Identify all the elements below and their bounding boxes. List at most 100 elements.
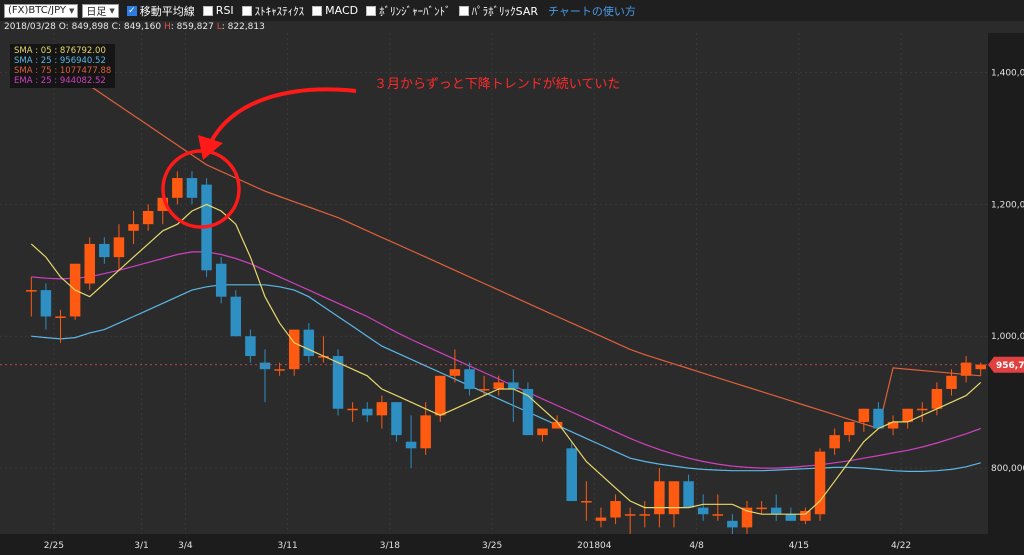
checkbox-bollinger[interactable]: ﾎﾞﾘﾝｼﾞｬｰﾊﾞﾝﾄﾞ bbox=[366, 3, 451, 19]
candle-up bbox=[800, 510, 811, 521]
ohlc-low: : 822,813 bbox=[221, 22, 265, 32]
trend-annotation-text: ３月からずっと下降トレンドが続いていた bbox=[374, 77, 621, 92]
candle-up bbox=[537, 428, 548, 436]
candle-down bbox=[873, 408, 884, 429]
ohlc-open: O: 849,898 bbox=[58, 22, 109, 32]
ohlc-readout: 2018/03/28 O: 849,898 C: 849,160 H: 859,… bbox=[4, 22, 265, 32]
symbol-select[interactable]: (FX)BTC/JPY ▼ bbox=[4, 3, 79, 18]
legend-entry: SMA : 25 : 956940.52 bbox=[14, 56, 106, 66]
candle-down bbox=[40, 290, 52, 317]
period-select[interactable]: 日足 ▼ bbox=[82, 3, 119, 18]
checkbox-stochastics[interactable]: ｽﾄｷｬｽﾃｨｸｽ bbox=[241, 3, 305, 19]
candle-up bbox=[639, 514, 651, 516]
checkbox-icon bbox=[366, 5, 377, 16]
candle-up bbox=[654, 481, 665, 515]
candle-up bbox=[128, 224, 139, 231]
checkbox-parabolic-sar[interactable]: ﾊﾟﾗﾎﾞﾘｯｸSAR bbox=[458, 3, 539, 19]
candle-up bbox=[376, 402, 388, 416]
candle-up bbox=[595, 517, 607, 521]
candle-up bbox=[26, 290, 37, 292]
candle-up bbox=[843, 421, 855, 436]
candle-up bbox=[887, 421, 899, 429]
candle-up bbox=[274, 369, 285, 371]
legend-entry: SMA : 75 : 1077477.88 bbox=[14, 66, 112, 76]
checkbox-moving-average[interactable]: ✓ 移動平均線 bbox=[126, 3, 195, 19]
chart-toolbar: (FX)BTC/JPY ▼ 日足 ▼ ✓ 移動平均線 RSI ｽﾄｷｬｽﾃｨｸｽ MA… bbox=[0, 0, 1024, 21]
checkbox-checked-icon: ✓ bbox=[126, 5, 137, 16]
checkbox-label: 移動平均線 bbox=[139, 4, 195, 18]
candle-up bbox=[113, 237, 125, 258]
candle-up bbox=[829, 435, 840, 449]
candle-up bbox=[288, 329, 300, 370]
candle-down bbox=[259, 362, 271, 370]
candle-down bbox=[405, 441, 417, 449]
candle-up bbox=[624, 514, 636, 516]
checkbox-label: RSI bbox=[215, 4, 234, 17]
checkbox-label: ﾊﾟﾗﾎﾞﾘｯｸSAR bbox=[471, 4, 539, 18]
ohlc-high-label: H bbox=[163, 22, 171, 32]
candle-down bbox=[727, 520, 738, 528]
candle-down bbox=[303, 329, 315, 357]
candlestick-chart: 1,400,000 1,200,000 1,000,000 800,000 2/25 3/… bbox=[0, 33, 1024, 555]
last-price-label: 956,70 bbox=[996, 361, 1024, 371]
checkbox-macd[interactable]: MACD bbox=[312, 4, 358, 17]
chart-help-link[interactable]: チャートの使い方 bbox=[548, 3, 636, 19]
candle-up bbox=[581, 501, 592, 503]
checkbox-rsi[interactable]: RSI bbox=[202, 4, 234, 17]
checkbox-icon bbox=[312, 5, 323, 16]
candle-up bbox=[172, 178, 183, 198]
candle-down bbox=[566, 448, 577, 502]
chevron-down-icon: ▼ bbox=[69, 6, 75, 15]
period-value: 日足 bbox=[86, 7, 107, 18]
candle-down bbox=[245, 336, 256, 357]
candle-up bbox=[478, 388, 490, 391]
x-tick-label: 3/4 bbox=[178, 541, 193, 551]
candle-down bbox=[215, 263, 227, 297]
checkbox-icon bbox=[458, 5, 469, 16]
candle-up bbox=[55, 316, 66, 318]
x-tick-label: 3/25 bbox=[482, 541, 502, 551]
ohlc-high: : 859,827 bbox=[170, 22, 214, 32]
candle-down bbox=[770, 507, 782, 515]
candle-down bbox=[785, 514, 797, 521]
indicator-legend: SMA : 05 : 876792.00 SMA : 25 : 956940.52… bbox=[10, 44, 116, 88]
candle-up bbox=[756, 507, 767, 510]
x-tick-label: 3/1 bbox=[134, 541, 148, 551]
plot-area bbox=[0, 33, 988, 534]
candle-up bbox=[449, 369, 461, 376]
checkbox-label: ｽﾄｷｬｽﾃｨｸｽ bbox=[254, 4, 305, 18]
x-tick-label: 4/8 bbox=[689, 541, 704, 551]
ohlc-date: 2018/03/28 bbox=[4, 22, 56, 32]
candle-down bbox=[464, 369, 475, 389]
checkbox-icon bbox=[241, 5, 252, 16]
candle-down bbox=[230, 296, 242, 337]
candle-up bbox=[84, 243, 95, 284]
y-tick-label: 1,400,000 bbox=[991, 69, 1024, 79]
candle-up bbox=[858, 408, 870, 422]
chevron-down-icon: ▼ bbox=[109, 6, 115, 15]
y-axis-panel bbox=[988, 33, 1024, 555]
y-tick-label: 1,200,000 bbox=[991, 200, 1024, 210]
legend-entry: SMA : 05 : 876792.00 bbox=[14, 46, 106, 56]
x-tick-label: 4/15 bbox=[789, 541, 809, 551]
legend-entry: EMA : 25 : 944082.52 bbox=[14, 76, 106, 86]
checkbox-label: MACD bbox=[325, 4, 359, 17]
candle-up bbox=[142, 210, 154, 225]
y-tick-label: 800,000 bbox=[991, 464, 1024, 474]
candle-down bbox=[186, 178, 198, 198]
x-tick-label: 2/25 bbox=[44, 541, 64, 551]
candle-up bbox=[931, 388, 943, 409]
x-tick-label: 4/22 bbox=[891, 541, 911, 551]
candle-down bbox=[361, 408, 373, 416]
checkbox-icon bbox=[202, 5, 213, 16]
candle-up bbox=[946, 375, 957, 389]
candle-down bbox=[391, 402, 402, 436]
candle-down bbox=[508, 382, 519, 389]
candle-up bbox=[420, 415, 431, 449]
candle-up bbox=[712, 514, 724, 516]
candle-up bbox=[917, 408, 928, 411]
x-tick-label: 3/11 bbox=[277, 541, 297, 551]
x-tick-label: 201804 bbox=[577, 541, 612, 551]
symbol-value: (FX)BTC/JPY bbox=[8, 5, 67, 16]
candle-up bbox=[493, 382, 504, 389]
